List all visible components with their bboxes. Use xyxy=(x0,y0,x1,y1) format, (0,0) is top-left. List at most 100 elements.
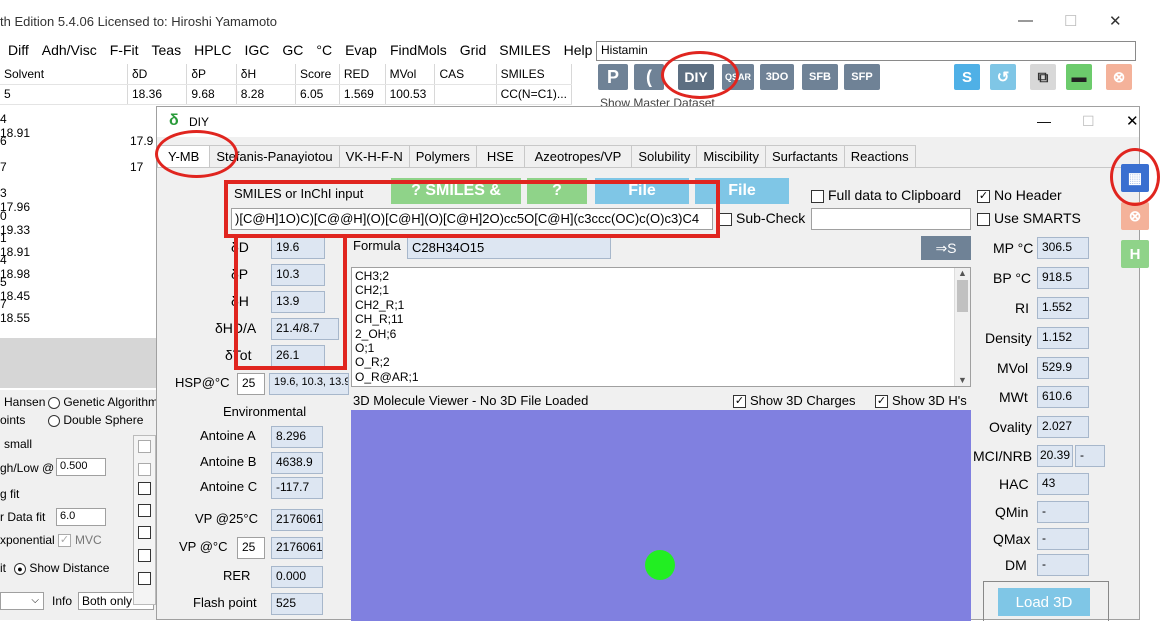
menu-item-celsius[interactable]: °C xyxy=(316,42,332,64)
tab-polymers[interactable]: Polymers xyxy=(408,145,477,167)
no-header-checkbox[interactable]: ✓ No Header xyxy=(977,187,1062,203)
copy-icon[interactable]: ⧉ xyxy=(1030,64,1056,90)
menu-item-adh-visc[interactable]: Adh/Visc xyxy=(42,42,97,64)
paren-button[interactable]: ( xyxy=(634,64,664,90)
col-cas[interactable]: CAS xyxy=(434,64,497,85)
s-icon[interactable]: S xyxy=(954,64,980,90)
calculator-icon[interactable]: ▦ xyxy=(1121,164,1149,192)
ovality-value[interactable]: 2.027 xyxy=(1037,416,1089,438)
close-icon[interactable]: ✕ xyxy=(1126,112,1139,130)
table-row[interactable]: 518.45 xyxy=(0,272,156,303)
smiles-paste-button[interactable]: ? SMILES & xyxy=(391,178,521,204)
tab-hse[interactable]: HSE xyxy=(475,145,525,167)
data-fit-input[interactable]: 6.0 xyxy=(56,508,106,526)
sub-check-input[interactable] xyxy=(811,208,971,230)
table-row[interactable]: 118.91 xyxy=(0,228,156,259)
h-button[interactable]: H xyxy=(1121,240,1149,268)
mp-value[interactable]: 306.5 xyxy=(1037,237,1089,259)
dropdown-select[interactable]: ⌵ xyxy=(0,592,44,610)
dD-value[interactable]: 19.6 xyxy=(271,237,325,259)
mvol-value[interactable]: 529.9 xyxy=(1037,357,1089,379)
formula-value[interactable]: C28H34O15 xyxy=(407,237,611,259)
menu-item-smiles[interactable]: SMILES xyxy=(499,42,550,64)
table-row[interactable]: 317.96 xyxy=(0,182,156,214)
maximize-icon[interactable]: ☐ xyxy=(1064,12,1077,30)
sfb-button[interactable]: SFB xyxy=(802,64,838,90)
file-button-1[interactable]: File xyxy=(595,178,689,204)
antoine-a-value[interactable]: 8.296 xyxy=(271,426,323,448)
dH-value[interactable]: 13.9 xyxy=(271,291,325,313)
p-button[interactable]: P xyxy=(598,64,628,90)
col-smiles[interactable]: SMILES xyxy=(496,64,573,85)
antoine-b-value[interactable]: 4638.9 xyxy=(271,452,323,474)
tab-surfactants[interactable]: Surfactants xyxy=(765,145,845,167)
3do-button[interactable]: 3DO xyxy=(760,64,794,90)
density-value[interactable]: 1.152 xyxy=(1037,327,1089,349)
mwt-value[interactable]: 610.6 xyxy=(1037,386,1089,408)
double-sphere-radio[interactable]: Double Sphere xyxy=(48,413,143,427)
rer-value[interactable]: 0.000 xyxy=(271,566,323,588)
dHDA-value[interactable]: 21.4/8.7 xyxy=(271,318,339,340)
col-dH[interactable]: δH xyxy=(236,64,296,85)
table-row[interactable]: 6 17.9 xyxy=(0,130,156,154)
table-row[interactable]: 019.33 xyxy=(0,206,156,237)
show-h-checkbox[interactable]: ✓ Show 3D H's xyxy=(875,393,967,409)
col-score[interactable]: Score xyxy=(295,64,340,85)
menu-item-gc[interactable]: GC xyxy=(282,42,303,64)
undo-icon[interactable]: ↺ xyxy=(990,64,1016,90)
qmin-value[interactable]: - xyxy=(1037,501,1089,523)
tab-solubility[interactable]: Solubility xyxy=(631,145,698,167)
use-smarts-checkbox[interactable]: Use SMARTS xyxy=(977,210,1081,226)
menu-item-teas[interactable]: Teas xyxy=(152,42,182,64)
maximize-icon[interactable]: ☐ xyxy=(1082,113,1095,130)
tab-miscibility[interactable]: Miscibility xyxy=(696,145,767,167)
minimize-icon[interactable]: — xyxy=(1018,12,1033,29)
option-checkbox[interactable] xyxy=(138,482,151,495)
tab-reactions[interactable]: Reactions xyxy=(843,145,916,167)
menu-item-help[interactable]: Help xyxy=(564,42,593,64)
col-dP[interactable]: δP xyxy=(186,64,237,85)
vp-temp-input[interactable]: 25 xyxy=(237,537,265,559)
option-checkbox[interactable] xyxy=(138,440,151,453)
show-charges-checkbox[interactable]: ✓ Show 3D Charges xyxy=(733,393,856,409)
table-row[interactable]: 418.98 xyxy=(0,250,156,281)
book-icon[interactable]: ▬ xyxy=(1066,64,1092,90)
menu-item-f-fit[interactable]: F-Fit xyxy=(110,42,139,64)
close-icon[interactable]: ✕ xyxy=(1109,12,1122,30)
full-data-checkbox[interactable]: Full data to Clipboard xyxy=(811,187,961,203)
cancel-icon[interactable]: ⊗ xyxy=(1106,64,1132,90)
scroll-up-icon[interactable]: ▲ xyxy=(955,268,970,278)
hsp-temp-value[interactable]: 19.6, 10.3, 13.9 xyxy=(269,373,349,395)
gh-low-input[interactable]: 0.500 xyxy=(56,458,106,476)
smiles-input[interactable]: )[C@H]1O)C)[C@@H](O)[C@H](O)[C@H]2O)cc5O… xyxy=(231,208,713,230)
qmax-value[interactable]: - xyxy=(1037,528,1089,550)
hansen-label[interactable]: Hansen xyxy=(4,395,45,409)
to-s-button[interactable]: ⇒S xyxy=(921,236,971,260)
hsp-temp-input[interactable]: 25 xyxy=(237,373,265,395)
table-row[interactable]: 5 18.36 9.68 8.28 6.05 1.569 100.53 CC(N… xyxy=(0,84,573,105)
scroll-down-icon[interactable]: ▼ xyxy=(958,375,967,385)
col-mvol[interactable]: MVol xyxy=(385,64,436,85)
scrollbar-thumb[interactable] xyxy=(957,280,968,312)
menu-item-diff[interactable]: Diff xyxy=(8,42,29,64)
sub-check-checkbox[interactable]: Sub-Check xyxy=(719,210,805,226)
option-checkbox[interactable] xyxy=(138,526,151,539)
help-button[interactable]: ? xyxy=(527,178,587,204)
tab-azeotropes[interactable]: Azeotropes/VP xyxy=(523,145,633,167)
vp25-value[interactable]: 2176061 xyxy=(271,509,323,531)
qsar-button[interactable]: QSAR xyxy=(722,64,754,90)
hac-value[interactable]: 43 xyxy=(1037,473,1089,495)
table-row[interactable]: 718.55 xyxy=(0,294,156,325)
dTot-value[interactable]: 26.1 xyxy=(271,345,325,367)
menu-item-hplc[interactable]: HPLC xyxy=(194,42,231,64)
menu-item-igc[interactable]: IGC xyxy=(244,42,269,64)
table-row[interactable]: 7 17 xyxy=(0,154,156,182)
tab-vk-h-f-n[interactable]: VK-H-F-N xyxy=(338,145,410,167)
sfp-button[interactable]: SFP xyxy=(844,64,880,90)
diy-button[interactable]: DIY xyxy=(678,64,714,90)
flash-point-value[interactable]: 525 xyxy=(271,593,323,615)
show-distance-radio[interactable]: ● Show Distance xyxy=(14,561,109,575)
vp-temp-value[interactable]: 2176061 xyxy=(271,537,323,559)
option-checkbox[interactable] xyxy=(138,504,151,517)
minimize-icon[interactable]: — xyxy=(1037,113,1051,129)
